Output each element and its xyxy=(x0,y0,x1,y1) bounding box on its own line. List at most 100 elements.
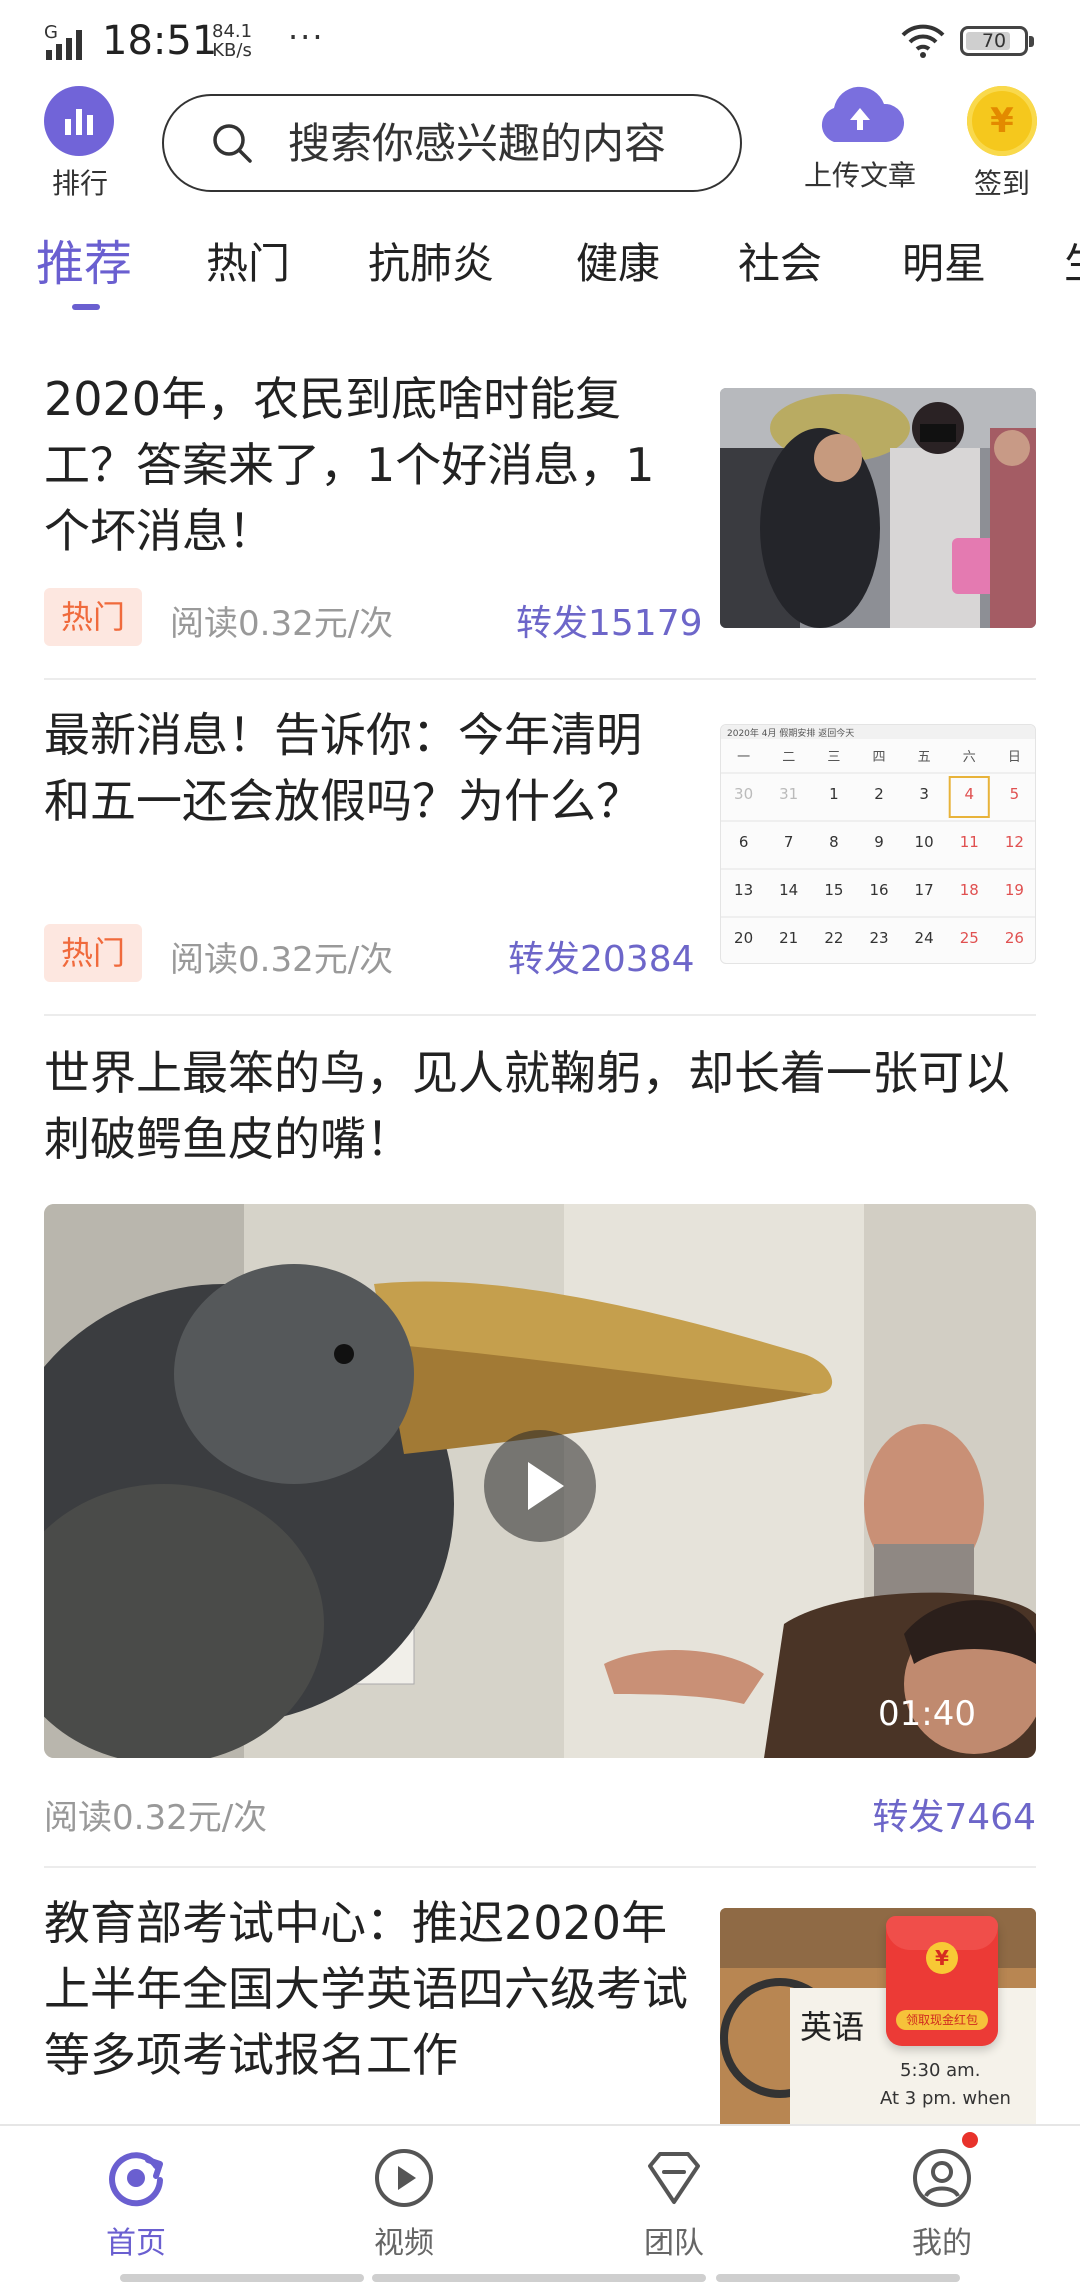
diamond-icon xyxy=(648,2152,700,2204)
video-play-icon xyxy=(375,2149,433,2207)
calendar-day: 8 xyxy=(829,833,839,851)
calendar-day: 31 xyxy=(779,785,798,803)
share-count: 转发20384 xyxy=(508,939,695,980)
nav-label: 我的 xyxy=(912,2226,972,2261)
calendar-day: 13 xyxy=(734,881,753,899)
calendar-day: 14 xyxy=(779,881,798,899)
notification-dot xyxy=(962,2132,978,2148)
upload-label: 上传文章 xyxy=(803,159,916,192)
calendar-weekday: 六 xyxy=(963,750,976,765)
calendar-day: 16 xyxy=(869,881,888,899)
calendar-day: 23 xyxy=(869,929,888,947)
article-item[interactable]: 2020年，农民到底啥时能复工？答案来了，1个好消息，1个坏消息！ 热门 阅读0… xyxy=(44,366,1036,666)
category-tabs: 推荐 热门 抗肺炎 健康 社会 明星 生 xyxy=(0,230,1080,310)
calendar-day: 17 xyxy=(915,881,934,899)
nav-mine[interactable]: 我的 xyxy=(882,2146,1002,2262)
upload-article-button[interactable]: 上传文章 xyxy=(790,86,930,194)
search-box[interactable] xyxy=(162,94,742,192)
svg-text:2020年 4月 假期安排 返回今天: 2020年 4月 假期安排 返回今天 xyxy=(727,727,854,739)
share-count: 转发7464 xyxy=(872,1797,1036,1838)
gesture-bar xyxy=(372,2274,706,2282)
bar-chart-icon xyxy=(44,86,114,156)
network-speed: 84.1 KB/s xyxy=(212,21,253,61)
calendar-day: 20 xyxy=(734,929,753,947)
svg-text:5:30 am.: 5:30 am. xyxy=(900,2060,980,2081)
tab-indicator xyxy=(72,304,100,310)
svg-text:G: G xyxy=(44,22,58,43)
wifi-icon xyxy=(901,24,945,58)
user-icon xyxy=(913,2149,971,2207)
read-price: 阅读0.32元/次 xyxy=(170,604,394,644)
calendar-day: 11 xyxy=(960,833,979,851)
article-thumbnail xyxy=(720,388,1036,628)
play-icon[interactable] xyxy=(484,1430,596,1542)
nav-home[interactable]: 首页 xyxy=(76,2146,196,2262)
calendar-day: 1 xyxy=(829,785,839,803)
hot-badge: 热门 xyxy=(44,588,142,646)
tab-recommend[interactable]: 推荐 xyxy=(36,224,132,294)
rank-button[interactable]: 排行 xyxy=(44,86,116,202)
article-title: 最新消息！告诉你：今年清明和五一还会放假吗？为什么？ xyxy=(44,708,642,828)
tab-celebrity[interactable]: 明星 xyxy=(902,230,986,291)
calendar-day: 26 xyxy=(1005,929,1024,947)
tab-society[interactable]: 社会 xyxy=(738,230,822,291)
calendar-weekday: 三 xyxy=(827,750,840,765)
status-bar: G 18:51 84.1 KB/s ··· 70 xyxy=(0,0,1080,84)
read-price: 阅读0.32元/次 xyxy=(170,940,394,980)
gesture-bar xyxy=(120,2274,364,2282)
video-duration: 01:40 xyxy=(878,1694,976,1734)
tab-hot[interactable]: 热门 xyxy=(206,230,290,291)
calendar-weekday: 五 xyxy=(918,750,931,765)
hot-badge: 热门 xyxy=(44,924,142,982)
article-title: 世界上最笨的鸟，见人就鞠躬，却长着一张可以刺破鳄鱼皮的嘴！ xyxy=(44,1046,1010,1166)
calendar-day: 22 xyxy=(824,929,843,947)
gesture-bar xyxy=(716,2274,960,2282)
calendar-day: 25 xyxy=(960,929,979,947)
read-price: 阅读0.32元/次 xyxy=(44,1798,268,1838)
svg-text:At 3 pm. when: At 3 pm. when xyxy=(880,2088,1011,2109)
calendar-weekday: 日 xyxy=(1008,750,1021,765)
nav-video[interactable]: 视频 xyxy=(344,2146,464,2262)
search-input[interactable] xyxy=(286,117,720,169)
home-refresh-icon xyxy=(109,2152,163,2207)
search-icon xyxy=(213,124,252,163)
calendar-day: 4 xyxy=(965,785,975,803)
share-count: 转发15179 xyxy=(516,603,703,644)
tab-health[interactable]: 健康 xyxy=(576,230,660,291)
article-item[interactable]: 最新消息！告诉你：今年清明和五一还会放假吗？为什么？ 热门 阅读0.32元/次 … xyxy=(44,702,1036,1002)
coin-icon: ¥ xyxy=(967,86,1037,156)
video-article-title[interactable]: 世界上最笨的鸟，见人就鞠躬，却长着一张可以刺破鳄鱼皮的嘴！ xyxy=(44,1040,1036,1180)
article-title: 2020年，农民到底啥时能复工？答案来了，1个好消息，1个坏消息！ xyxy=(44,372,655,558)
more-dots-icon: ··· xyxy=(288,18,325,56)
rank-label: 排行 xyxy=(51,167,108,200)
cloud-upload-icon xyxy=(812,86,908,144)
video-player[interactable]: 01:40 xyxy=(44,1204,1036,1758)
signal-icon: G xyxy=(44,22,82,60)
tab-anti-pneumonia[interactable]: 抗肺炎 xyxy=(368,230,494,291)
divider xyxy=(44,678,1036,680)
calendar-day: 18 xyxy=(960,881,979,899)
calendar-day: 10 xyxy=(915,833,934,851)
bottom-nav: 首页 视频 团队 我的 xyxy=(0,2124,1080,2282)
calendar-day: 30 xyxy=(734,785,753,803)
calendar-day: 2 xyxy=(874,785,884,803)
nav-label: 团队 xyxy=(644,2226,704,2261)
calendar-day: 19 xyxy=(1005,881,1024,899)
calendar-day: 5 xyxy=(1010,785,1020,803)
calendar-day: 6 xyxy=(739,833,749,851)
tab-more[interactable]: 生 xyxy=(1064,230,1080,291)
calendar-day: 9 xyxy=(874,833,884,851)
nav-team[interactable]: 团队 xyxy=(614,2146,734,2262)
red-envelope-button[interactable]: ¥ 领取现金红包 xyxy=(886,1916,998,2046)
signin-button[interactable]: ¥ 签到 xyxy=(962,86,1042,202)
divider xyxy=(44,1866,1036,1868)
status-time: 18:51 xyxy=(102,18,218,64)
calendar-weekday: 一 xyxy=(737,750,750,765)
calendar-day: 21 xyxy=(779,929,798,947)
calendar-thumbnail: 2020年 4月 假期安排 返回今天 一二三四五六日 30 31 1 2 3 4 5 6 7 8 9 1… xyxy=(720,724,1036,964)
calendar-day: 24 xyxy=(915,929,934,947)
calendar-day: 15 xyxy=(824,881,843,899)
yuan-icon: ¥ xyxy=(926,1942,958,1974)
article-title: 教育部考试中心：推迟2020年上半年全国大学英语四六级考试等多项考试报名工作 xyxy=(44,1896,688,2082)
svg-text:英语: 英语 xyxy=(800,2008,864,2046)
